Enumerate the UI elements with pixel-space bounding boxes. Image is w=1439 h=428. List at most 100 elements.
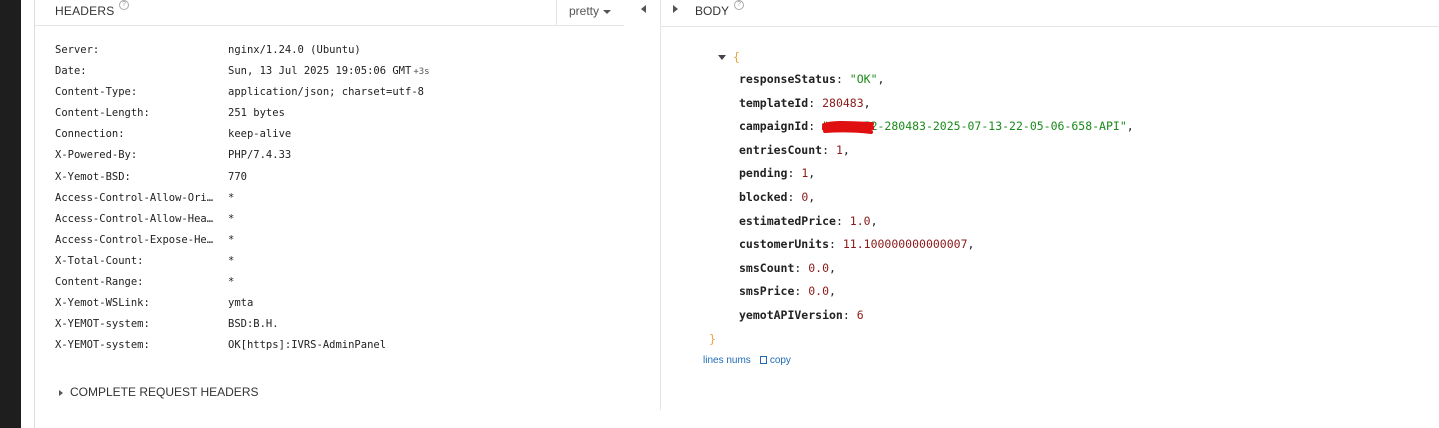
json-colon: : xyxy=(808,95,823,110)
body-title-bar: BODY ? xyxy=(661,0,1439,27)
header-value-text: keep-alive xyxy=(228,128,292,141)
redaction-scribble xyxy=(822,121,874,135)
json-colon: : xyxy=(794,260,809,275)
header-value-text: * xyxy=(228,233,235,246)
header-key: X-Yemot-WSLink: xyxy=(55,297,150,310)
header-value: * xyxy=(228,251,234,272)
json-value: 280483 xyxy=(822,95,864,110)
header-value-text: * xyxy=(228,212,235,225)
complete-request-label: COMPLETE REQUEST HEADERS xyxy=(70,385,259,399)
header-key: Content-Type: xyxy=(55,86,138,99)
json-value: 0.0 xyxy=(808,260,830,275)
open-brace: { xyxy=(733,50,740,64)
collapse-json-icon[interactable] xyxy=(718,55,726,60)
close-brace: } xyxy=(709,331,716,346)
collapse-left-icon[interactable] xyxy=(641,5,646,13)
headers-pane: HEADERS ? pretty Server: nginx/1.24.0 (Ub… xyxy=(35,0,660,428)
json-comma: , xyxy=(1126,119,1134,134)
view-mode-select[interactable]: pretty xyxy=(556,0,624,26)
json-key: responseStatus xyxy=(739,72,836,86)
json-comma: , xyxy=(967,237,975,252)
json-colon: : xyxy=(835,72,850,86)
header-value-text: * xyxy=(228,254,235,267)
header-key: X-Total-Count: xyxy=(55,254,144,267)
json-field: blocked: 0, xyxy=(709,186,1134,210)
json-colon: : xyxy=(829,237,843,252)
json-key: blocked xyxy=(739,189,788,204)
json-colon: : xyxy=(835,213,850,228)
header-key: X-YEMOT-system: xyxy=(55,339,150,352)
json-field: entriesCount: 1, xyxy=(709,139,1134,163)
json-comma: , xyxy=(870,213,878,228)
header-key: Access-Control-Allow-Ori… xyxy=(55,191,214,204)
header-value-text: Sun, 13 Jul 2025 19:05:06 GMT xyxy=(228,65,412,78)
copy-link[interactable]: copy xyxy=(770,355,791,366)
copy-icon[interactable] xyxy=(759,356,767,364)
json-field: smsPrice: 0.0, xyxy=(709,280,1134,304)
json-colon: : xyxy=(787,166,802,181)
header-key: Server: xyxy=(55,44,100,56)
json-value: 1.0 xyxy=(849,213,871,228)
header-value: nginx/1.24.0 (Ubuntu) xyxy=(228,40,361,61)
header-value: PHP/7.4.33 xyxy=(228,145,291,166)
body-pane: BODY ? { responseStatus: "OK", templateId… xyxy=(661,0,1439,428)
header-value-text: application/json; charset=utf-8 xyxy=(228,86,424,99)
json-comma: , xyxy=(829,284,836,299)
caret-right-icon xyxy=(59,389,63,396)
json-viewer: { responseStatus: "OK", templateId: 28048… xyxy=(709,46,1134,350)
json-colon: : xyxy=(822,142,836,157)
json-field: smsCount: 0.0, xyxy=(709,257,1134,281)
json-field: responseStatus: "OK", xyxy=(709,68,1134,92)
response-panel: HEADERS ? pretty Server: nginx/1.24.0 (Ub… xyxy=(34,0,1439,428)
json-key: customerUnits xyxy=(739,237,830,252)
header-key: X-YEMOT-system: xyxy=(55,318,150,331)
header-value-text: nginx/1.24.0 (Ubuntu) xyxy=(228,44,361,56)
header-value: * xyxy=(228,272,234,293)
json-field: templateId: 280483, xyxy=(709,92,1134,116)
json-key: entriesCount xyxy=(739,142,823,157)
header-key: X-Powered-By: xyxy=(55,149,138,162)
header-value: * xyxy=(228,230,234,251)
json-value: 6 xyxy=(856,307,864,322)
complete-request-headers-toggle[interactable]: COMPLETE REQUEST HEADERS xyxy=(59,385,258,399)
json-open-line: { xyxy=(709,46,1134,68)
json-field: campaignId: "077- 52-280483-2025-07-13-2… xyxy=(709,115,1134,139)
json-value: "OK" xyxy=(849,72,878,86)
json-comma: , xyxy=(829,260,836,275)
json-comma: , xyxy=(808,189,816,204)
json-key: campaignId xyxy=(739,119,809,134)
json-colon: : xyxy=(808,119,823,134)
help-icon[interactable]: ? xyxy=(734,0,744,10)
json-colon: : xyxy=(794,284,809,299)
header-value: Sun, 13 Jul 2025 19:05:06 GMT +3s xyxy=(228,61,430,83)
header-value: keep-alive xyxy=(228,124,291,145)
header-value: application/json; charset=utf-8 xyxy=(228,82,424,103)
help-icon[interactable]: ? xyxy=(119,0,129,10)
json-value: 0.0 xyxy=(808,284,830,299)
json-comma: , xyxy=(863,95,871,110)
header-key: Connection: xyxy=(55,128,125,141)
chevron-down-icon xyxy=(603,9,612,14)
json-field: estimatedPrice: 1.0, xyxy=(709,210,1134,234)
json-colon: : xyxy=(842,307,857,322)
header-value-text: 251 bytes xyxy=(228,107,285,120)
header-value: 770 xyxy=(228,167,247,188)
json-key: smsCount xyxy=(739,260,795,275)
headers-title-bar: HEADERS ? pretty xyxy=(35,0,624,26)
expand-right-icon[interactable] xyxy=(673,5,678,13)
header-value-text: ymta xyxy=(228,297,254,310)
header-value-text: OK[https]:IVRS-AdminPanel xyxy=(228,339,387,352)
headers-title: HEADERS xyxy=(55,4,115,18)
header-value: * xyxy=(228,188,234,209)
json-key: templateId xyxy=(739,95,809,110)
lines-nums-link[interactable]: lines nums xyxy=(703,355,751,366)
json-comma: , xyxy=(808,166,816,181)
header-value-text: 770 xyxy=(228,170,247,183)
json-close-line: } xyxy=(709,328,1134,350)
header-value: 251 bytes xyxy=(228,103,285,124)
response-time-badge: +3s xyxy=(413,67,430,78)
header-value: * xyxy=(228,209,234,230)
json-colon: : xyxy=(787,189,802,204)
body-links: lines nums copy xyxy=(703,355,791,366)
header-key: Content-Range: xyxy=(55,276,144,289)
